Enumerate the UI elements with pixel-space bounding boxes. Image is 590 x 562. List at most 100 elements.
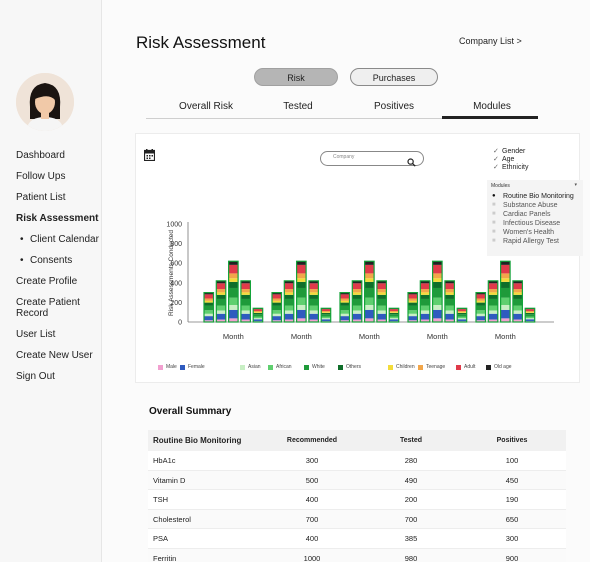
x-tick-label: Month xyxy=(359,332,380,341)
bar-segment xyxy=(376,283,387,290)
table-cell: 300 xyxy=(505,534,519,543)
bar-segment xyxy=(308,292,319,295)
bar-segment xyxy=(408,313,418,317)
legend-item: Adult xyxy=(456,364,475,370)
sidebar-item-create-profile[interactable]: Create Profile xyxy=(16,276,100,287)
legend-swatch xyxy=(338,364,343,370)
sidebar-item-dashboard[interactable]: Dashboard xyxy=(16,150,100,161)
legend-label: Teenage xyxy=(426,364,446,370)
column-header: Tested xyxy=(399,437,423,444)
tab-tested[interactable]: Tested xyxy=(258,101,338,112)
bar-segment xyxy=(488,305,498,311)
sidebar-item-user-list[interactable]: User List xyxy=(16,329,100,340)
sidebar-subitem-client-calendar[interactable]: • Client Calendar xyxy=(16,234,100,245)
bar-segment xyxy=(228,287,239,298)
tab-modules[interactable]: Modules xyxy=(452,101,532,112)
risk-toggle-button[interactable]: Risk xyxy=(254,68,338,86)
sidebar-item-risk-assessment[interactable]: Risk Assessment xyxy=(16,213,100,224)
bar-segment xyxy=(204,310,214,314)
bar-segment xyxy=(340,294,350,299)
bar-segment xyxy=(389,316,399,319)
x-tick-label: Month xyxy=(427,332,448,341)
bar-segment xyxy=(525,316,535,319)
bar-segment xyxy=(457,312,467,313)
bar-segment xyxy=(432,304,443,310)
bar-segment xyxy=(364,278,375,282)
bar-segment xyxy=(340,310,350,314)
bar-segment xyxy=(476,310,486,314)
bar-segment xyxy=(444,289,455,293)
table-cell: HbA1c xyxy=(153,456,176,465)
legend-label: Children xyxy=(396,364,415,370)
y-tick-label: 0 xyxy=(178,320,182,327)
bar-segment xyxy=(284,298,294,306)
legend-label: Adult xyxy=(464,364,476,370)
purchases-toggle-button[interactable]: Purchases xyxy=(350,68,438,86)
bar-segment xyxy=(500,304,511,310)
chart-legend: Male Female Asian African White Others Childre… xyxy=(158,364,578,374)
bar-segment xyxy=(352,292,362,295)
bar-segment xyxy=(512,305,523,311)
bar-segment xyxy=(376,310,387,314)
bar-segment xyxy=(216,310,226,314)
bar-segment xyxy=(272,310,282,314)
tab-overall-risk[interactable]: Overall Risk xyxy=(166,101,246,112)
table-cell: 980 xyxy=(404,553,418,562)
bar-segment xyxy=(296,287,307,298)
legend-item: Male xyxy=(158,364,177,370)
bar-segment xyxy=(228,297,239,305)
bar-segment xyxy=(272,294,282,299)
legend-label: Others xyxy=(346,364,362,370)
bar-segment xyxy=(389,312,399,315)
bar-segment xyxy=(228,309,239,319)
bar-segment xyxy=(204,313,214,317)
bar-segment xyxy=(340,316,350,321)
avatar[interactable] xyxy=(16,73,74,131)
legend-swatch xyxy=(158,364,163,370)
bar-segment xyxy=(352,305,362,311)
table-cell: 900 xyxy=(505,553,519,562)
bar-segment xyxy=(216,313,226,320)
legend-swatch xyxy=(456,364,461,370)
table-cell: 1000 xyxy=(303,553,321,562)
sidebar-subitem-label: Client Calendar xyxy=(30,234,99,245)
bar-segment xyxy=(216,292,226,295)
sidebar-item-follow-ups[interactable]: Follow Ups xyxy=(16,171,100,182)
sidebar-item-create-patient-record[interactable]: Create Patient Record xyxy=(16,297,100,319)
bar-segment xyxy=(321,314,331,317)
bar-segment xyxy=(253,312,263,315)
table-cell: 100 xyxy=(505,456,519,465)
bar-segment xyxy=(253,314,263,317)
sidebar-subitem-consents[interactable]: • Consents xyxy=(16,255,100,266)
tab-positives[interactable]: Positives xyxy=(354,101,434,112)
bar-segment xyxy=(488,283,498,290)
bar-segment xyxy=(376,294,387,299)
bar-segment xyxy=(296,309,307,319)
bar-segment xyxy=(525,311,535,313)
bar-segment xyxy=(240,294,251,299)
bar-segment xyxy=(272,300,282,303)
bar-segment xyxy=(488,298,498,306)
bar-segment xyxy=(240,313,251,320)
bar-segment xyxy=(253,311,263,313)
bar-segment xyxy=(228,273,239,279)
table-cell: 450 xyxy=(505,475,519,485)
bar-segment xyxy=(420,289,430,293)
bar-segment xyxy=(389,312,399,313)
sidebar-item-patient-list[interactable]: Patient List xyxy=(16,192,100,203)
bar-segment xyxy=(444,313,455,320)
table-body: HbA1c 300 280 100 Vitamin D 500 490 450 TSH 400 20… xyxy=(148,451,566,562)
bar-segment xyxy=(240,310,251,314)
bar-segment xyxy=(321,318,331,320)
sidebar-item-sign-out[interactable]: Sign Out xyxy=(16,371,100,382)
bar-segment xyxy=(321,316,331,319)
bar-segment xyxy=(420,294,430,299)
company-list-link[interactable]: Company List > xyxy=(459,36,522,46)
sidebar-item-create-new-user[interactable]: Create New User xyxy=(16,350,100,361)
bar-segment xyxy=(240,292,251,295)
bullet-icon: • xyxy=(20,255,24,266)
bar-segment xyxy=(296,278,307,282)
table-row: TSH 400 200 190 xyxy=(148,490,566,510)
summary-title: Overall Summary xyxy=(149,406,232,417)
bar-segment xyxy=(389,309,399,312)
